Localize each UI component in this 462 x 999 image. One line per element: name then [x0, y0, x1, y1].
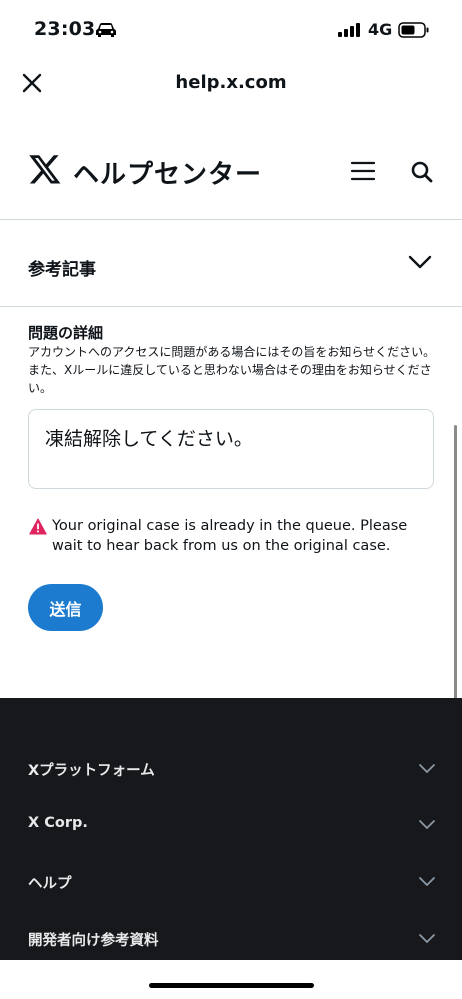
chevron-down-icon — [419, 877, 435, 886]
footer-item-label: Xプラットフォーム — [28, 763, 155, 779]
site-header: ヘルプセンター — [0, 140, 462, 210]
car-icon — [96, 23, 116, 37]
footer-item-label: X Corp. — [28, 815, 88, 831]
footer-item-help[interactable]: ヘルプ — [0, 862, 462, 902]
related-articles-toggle[interactable]: 参考記事 — [0, 220, 462, 306]
battery-icon — [398, 22, 429, 38]
site-title: ヘルプセンター — [73, 160, 263, 190]
menu-icon[interactable] — [350, 160, 376, 182]
network-label: 4G — [368, 20, 393, 39]
warning-icon — [29, 518, 47, 535]
x-logo-icon[interactable] — [28, 152, 62, 186]
divider — [0, 306, 462, 307]
submit-button[interactable]: 送信 — [28, 584, 103, 631]
url-label: help.x.com — [175, 72, 287, 93]
signal-icon — [338, 23, 360, 37]
scrollbar[interactable] — [454, 425, 457, 705]
footer: Xプラットフォーム X Corp. ヘルプ 開発者向け参考資料 — [0, 698, 462, 960]
chevron-down-icon — [419, 820, 435, 829]
home-area — [0, 960, 462, 999]
footer-item-x-corp[interactable]: X Corp. — [0, 805, 462, 845]
search-icon[interactable] — [410, 160, 434, 184]
footer-item-developer-resources[interactable]: 開発者向け参考資料 — [0, 919, 462, 959]
footer-item-x-platform[interactable]: Xプラットフォーム — [0, 749, 462, 789]
status-bar: 23:03 4G — [0, 0, 462, 62]
issue-details-field[interactable]: 凍結解除してください。 — [28, 409, 434, 489]
chevron-down-icon — [419, 934, 435, 943]
home-indicator[interactable] — [149, 983, 314, 988]
issue-details-value[interactable]: 凍結解除してください。 — [45, 426, 417, 452]
chevron-down-icon — [408, 255, 432, 269]
error-message: Your original case is already in the que… — [52, 518, 408, 554]
chevron-down-icon — [419, 764, 435, 773]
status-time: 23:03 — [34, 18, 96, 40]
footer-item-label: 開発者向け参考資料 — [28, 933, 159, 949]
issue-details-title: 問題の詳細 — [28, 324, 104, 342]
related-articles-label: 参考記事 — [28, 260, 96, 280]
footer-item-label: ヘルプ — [28, 876, 72, 892]
browser-bar: help.x.com — [0, 62, 462, 106]
issue-details-description: アカウントへのアクセスに問題がある場合にはその旨をお知らせください。また、Xルー… — [28, 345, 436, 395]
